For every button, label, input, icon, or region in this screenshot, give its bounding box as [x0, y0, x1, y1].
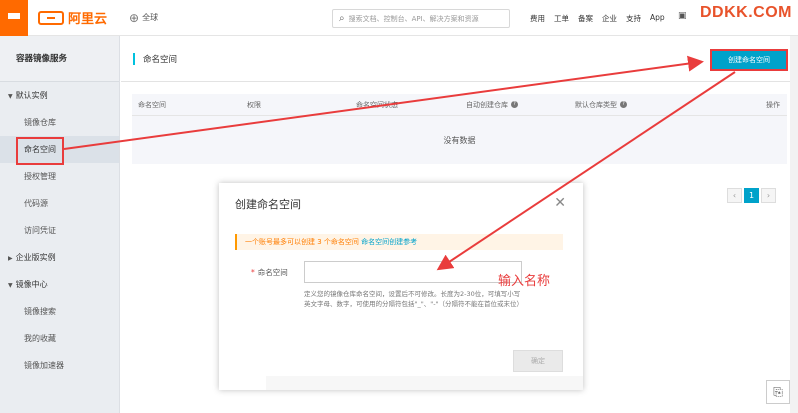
- sidebar-item-credential[interactable]: 访问凭证: [0, 217, 119, 244]
- table-empty-row: 没有数据: [132, 116, 787, 164]
- sidebar-item-search[interactable]: 镜像搜索: [0, 298, 119, 325]
- namespace-table: 命名空间 权限 命名空间状态 自动创建仓库? 默认仓库类型? 操作 没有数据: [132, 94, 787, 164]
- sidebar-item-label: 镜像加速器: [24, 361, 64, 370]
- col-namespace: 命名空间: [138, 100, 166, 109]
- sidebar-item-label: 代码源: [24, 199, 48, 208]
- terminal-icon[interactable]: ▣: [678, 11, 687, 21]
- hamburger-icon: [8, 12, 20, 23]
- confirm-button[interactable]: 确定: [513, 350, 563, 372]
- col-default-type-label: 默认仓库类型: [575, 100, 617, 109]
- link-enterprise[interactable]: 企业: [602, 13, 617, 24]
- page-header: 命名空间: [121, 36, 798, 82]
- title-accent-bar: [133, 52, 135, 65]
- caret-right-icon: ▶: [8, 255, 13, 262]
- next-page-button[interactable]: ›: [761, 188, 776, 203]
- pagination: ‹ 1 ›: [727, 188, 776, 203]
- sidebar-group-label: 默认实例: [15, 91, 48, 100]
- col-auto-create: 自动创建仓库?: [466, 100, 518, 110]
- page-title: 命名空间: [143, 54, 178, 65]
- link-support[interactable]: 支持: [626, 13, 641, 24]
- dialog-footer-strip: [266, 376, 583, 390]
- sidebar-item-favorites[interactable]: 我的收藏: [0, 325, 119, 352]
- sidebar-group-label: 镜像中心: [15, 280, 48, 289]
- feedback-icon[interactable]: ⎘: [766, 380, 790, 404]
- help-icon[interactable]: ?: [511, 101, 518, 108]
- dialog-title: 创建命名空间: [235, 198, 301, 211]
- link-app[interactable]: App: [650, 13, 665, 24]
- tip-link[interactable]: 命名空间创建参考: [361, 238, 417, 246]
- sidebar-group-label: 企业版实例: [15, 253, 56, 262]
- link-icp[interactable]: 备案: [578, 13, 593, 24]
- aliyun-logo[interactable]: 阿里云: [38, 8, 107, 27]
- close-icon[interactable]: ✕: [554, 195, 566, 211]
- sidebar-item-accelerator[interactable]: 镜像加速器: [0, 352, 119, 379]
- link-ticket[interactable]: 工单: [554, 13, 569, 24]
- sidebar-title: 容器镜像服务: [0, 36, 119, 82]
- scrollbar[interactable]: [790, 36, 798, 413]
- col-default-type: 默认仓库类型?: [575, 100, 627, 110]
- link-billing[interactable]: 费用: [530, 13, 545, 24]
- col-actions: 操作: [766, 100, 780, 109]
- table-header: 命名空间 权限 命名空间状态 自动创建仓库? 默认仓库类型? 操作: [132, 94, 787, 116]
- dialog-tip: 一个账号最多可以创建 3 个命名空间 命名空间创建参考: [235, 234, 563, 250]
- col-status: 命名空间状态: [356, 100, 398, 109]
- top-bar: 阿里云 ⊕ 全球 ⌕ 搜索文档、控制台、API、解决方案和资源 费用 工单 备案…: [0, 0, 798, 36]
- sidebar-item-source[interactable]: 代码源: [0, 190, 119, 217]
- search-placeholder: 搜索文档、控制台、API、解决方案和资源: [348, 14, 479, 23]
- aliyun-logo-icon: [38, 10, 64, 25]
- sidebar-item-label: 访问凭证: [24, 226, 56, 235]
- search-input[interactable]: ⌕ 搜索文档、控制台、API、解决方案和资源: [332, 9, 510, 28]
- top-icons: ▣: [678, 11, 687, 21]
- required-mark: *: [251, 268, 255, 277]
- sidebar-group-enterprise[interactable]: ▶ 企业版实例: [0, 244, 119, 271]
- sidebar-item-auth[interactable]: 授权管理: [0, 163, 119, 190]
- sidebar-item-repos[interactable]: 镜像仓库: [0, 109, 119, 136]
- create-namespace-button[interactable]: 创建命名空间: [710, 49, 788, 71]
- namespace-field-label: * 命名空间: [251, 267, 288, 278]
- search-icon: ⌕: [339, 13, 345, 24]
- sidebar-item-label: 授权管理: [24, 172, 56, 181]
- sidebar-item-label: 我的收藏: [24, 334, 56, 343]
- namespace-help-text: 定义您的镜像仓库命名空间，设置后不可修改。长度为2-30位，可填写小写英文字母、…: [304, 290, 524, 308]
- sidebar: 容器镜像服务 ▼ 默认实例 镜像仓库 命名空间 授权管理 代码源 访问凭证 ▶ 企业…: [0, 36, 120, 413]
- globe-icon: ⊕: [129, 10, 140, 25]
- sidebar-item-label: 镜像仓库: [24, 118, 56, 127]
- page-number-button[interactable]: 1: [744, 188, 759, 203]
- region-label: 全球: [142, 13, 159, 22]
- watermark: DDKK.COM: [700, 4, 792, 21]
- namespace-input[interactable]: [304, 261, 522, 283]
- menu-button[interactable]: [0, 0, 28, 36]
- highlight-box: [16, 137, 64, 165]
- empty-text: 没有数据: [443, 135, 476, 145]
- prev-page-button[interactable]: ‹: [727, 188, 742, 203]
- logo-text: 阿里云: [68, 12, 108, 27]
- col-permission: 权限: [247, 100, 261, 109]
- help-icon[interactable]: ?: [620, 101, 627, 108]
- region-selector[interactable]: ⊕ 全球: [129, 11, 158, 25]
- sidebar-group-center[interactable]: ▼ 镜像中心: [0, 271, 119, 298]
- caret-down-icon: ▼: [8, 93, 13, 100]
- sidebar-item-label: 镜像搜索: [24, 307, 56, 316]
- top-links: 费用 工单 备案 企业 支持 App: [530, 13, 665, 24]
- annotation-text: 输入名称: [498, 274, 551, 289]
- col-auto-create-label: 自动创建仓库: [466, 100, 508, 109]
- namespace-label-text: 命名空间: [257, 268, 288, 277]
- caret-down-icon: ▼: [8, 282, 13, 289]
- tip-text: 一个账号最多可以创建 3 个命名空间: [245, 238, 359, 246]
- sidebar-group-default[interactable]: ▼ 默认实例: [0, 82, 119, 109]
